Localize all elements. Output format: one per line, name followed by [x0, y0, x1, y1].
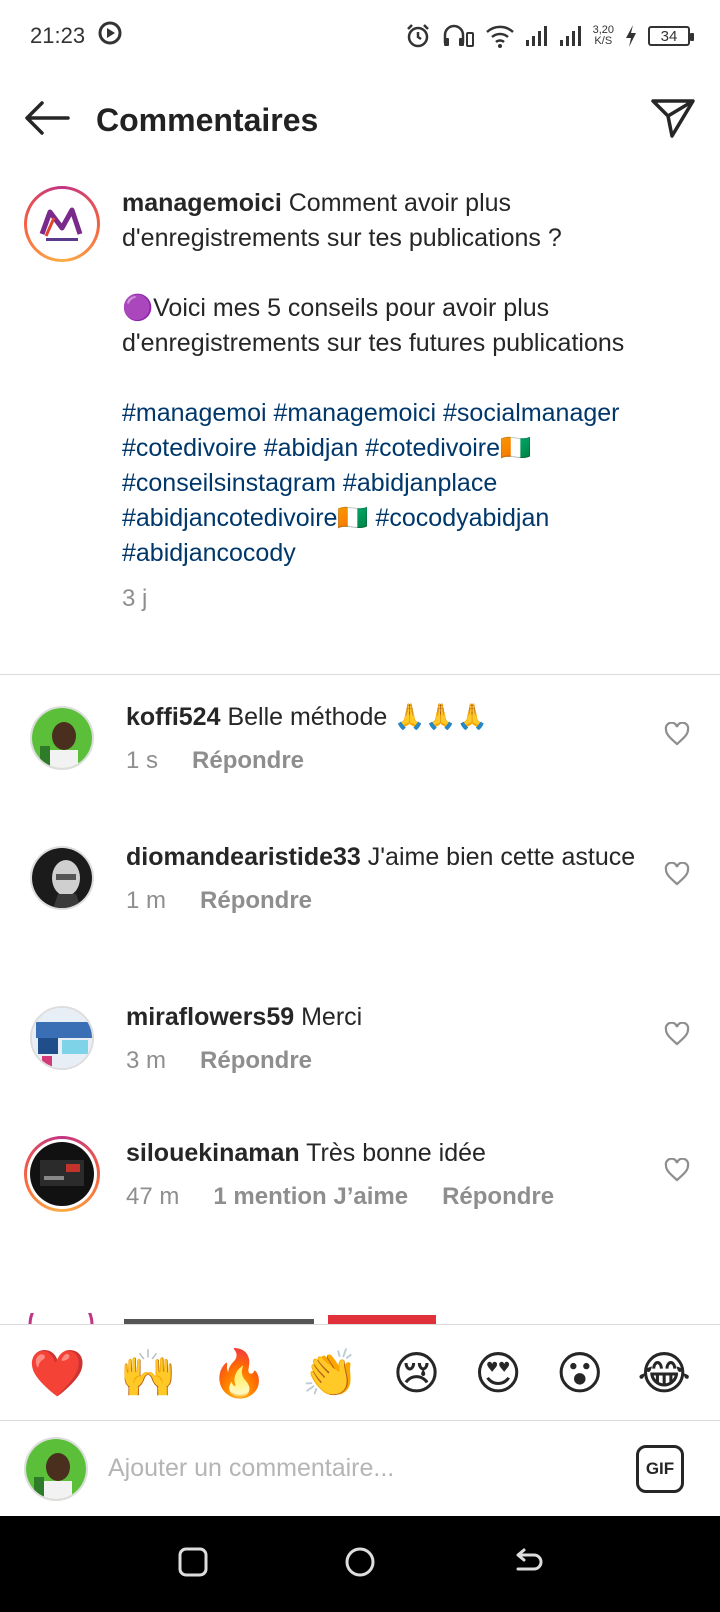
likes-count[interactable]: 1 mention J’aime — [213, 1179, 408, 1214]
avatar[interactable] — [24, 1136, 100, 1212]
wifi-icon — [485, 24, 515, 48]
crying-face-emoji-button[interactable]: 😢 — [393, 1350, 441, 1396]
send-icon[interactable] — [650, 97, 696, 144]
emoji-quick-bar: ❤️ 🙌 🔥 👏 😢 😍 😮 😂 — [0, 1324, 720, 1420]
heart-outline-icon[interactable] — [664, 1021, 690, 1051]
back-arrow-icon[interactable] — [24, 100, 70, 141]
home-icon[interactable] — [343, 1545, 377, 1584]
avatar[interactable] — [30, 706, 94, 770]
caption-time: 3 j — [122, 585, 148, 612]
comment-time: 1 m — [126, 887, 167, 914]
headphones-icon — [441, 23, 475, 49]
heart-outline-icon[interactable] — [664, 721, 690, 751]
alarm-icon — [405, 23, 431, 49]
comment-item: silouekinaman Très bonne idée 47 m 1 men… — [0, 1136, 720, 1214]
comment-item: diomandearistide33 J'aime bien cette ast… — [0, 840, 720, 918]
signal-icon — [525, 25, 549, 47]
back-icon[interactable] — [510, 1545, 544, 1584]
purple-circle-emoji: 🟣 — [122, 294, 154, 322]
heart-outline-icon[interactable] — [664, 861, 690, 891]
red-heart-emoji-button[interactable]: ❤️ — [29, 1350, 86, 1396]
signal-icon — [559, 25, 583, 47]
gif-button[interactable]: GIF — [636, 1444, 684, 1493]
comment-text: Très bonne idée — [306, 1139, 486, 1167]
page-title: Commentaires — [96, 101, 319, 138]
reply-button[interactable]: Répondre — [200, 883, 312, 918]
heart-outline-icon[interactable] — [664, 1157, 690, 1187]
status-bar: 21:23 3,20 K/S 34 — [0, 0, 720, 72]
comment-text: Merci — [301, 1003, 363, 1031]
heart-eyes-emoji-button[interactable]: 😍 — [474, 1350, 522, 1396]
network-speed-unit: K/S — [594, 35, 613, 47]
reply-button[interactable]: Répondre — [200, 1043, 312, 1078]
comment-username[interactable]: silouekinaman — [126, 1139, 300, 1167]
network-speed: 3,20 K/S — [593, 25, 614, 47]
comment-text: J'aime bien cette astuce — [367, 843, 636, 871]
partial-comment-row — [0, 1312, 720, 1324]
battery-indicator: 34 — [648, 26, 694, 46]
status-time: 21:23 — [30, 23, 86, 48]
avatar[interactable] — [30, 846, 94, 910]
reply-button[interactable]: Répondre — [442, 1179, 554, 1214]
caption-hashtags[interactable]: #managemoi #managemoici #socialmanager #… — [122, 396, 642, 571]
record-icon — [97, 20, 123, 52]
caption-line2: Voici mes 5 conseils pour avoir plus d'e… — [122, 294, 625, 357]
comment-item: koffi524 Belle méthode 🙏🙏🙏 1 s Répondre — [0, 700, 720, 778]
charging-icon — [624, 24, 638, 48]
avatar[interactable] — [30, 1006, 94, 1070]
managemoici-logo-icon — [30, 192, 94, 256]
comment-time: 3 m — [126, 1047, 167, 1074]
comment-input[interactable] — [108, 1454, 636, 1483]
surprised-face-emoji-button[interactable]: 😮 — [556, 1350, 604, 1396]
caption-text: managemoici Comment avoir plus d'enregis… — [122, 186, 642, 616]
avatar — [24, 1436, 88, 1501]
comment-username[interactable]: koffi524 — [126, 703, 220, 731]
divider — [0, 674, 720, 675]
comment-item: miraflowers59 Merci 3 m Répondre — [0, 1000, 720, 1078]
recents-icon[interactable] — [176, 1545, 210, 1584]
caption-username[interactable]: managemoici — [122, 189, 282, 217]
raising-hands-emoji-button[interactable]: 🙌 — [120, 1350, 177, 1396]
comment-input-bar: GIF — [0, 1420, 720, 1516]
comment-username[interactable]: diomandearistide33 — [126, 843, 361, 871]
fire-emoji-button[interactable]: 🔥 — [211, 1350, 268, 1396]
reply-button[interactable]: Répondre — [192, 743, 304, 778]
avatar[interactable] — [24, 186, 100, 262]
system-nav-bar — [0, 1516, 720, 1612]
comment-username[interactable]: miraflowers59 — [126, 1003, 294, 1031]
clapping-hands-emoji-button[interactable]: 👏 — [302, 1350, 359, 1396]
comment-text: Belle méthode 🙏🙏🙏 — [227, 703, 488, 731]
tears-of-joy-emoji-button[interactable]: 😂 — [637, 1350, 691, 1396]
comment-time: 47 m — [126, 1183, 180, 1210]
post-caption: managemoici Comment avoir plus d'enregis… — [0, 186, 720, 616]
header: Commentaires — [0, 84, 720, 156]
comment-time: 1 s — [126, 747, 159, 774]
